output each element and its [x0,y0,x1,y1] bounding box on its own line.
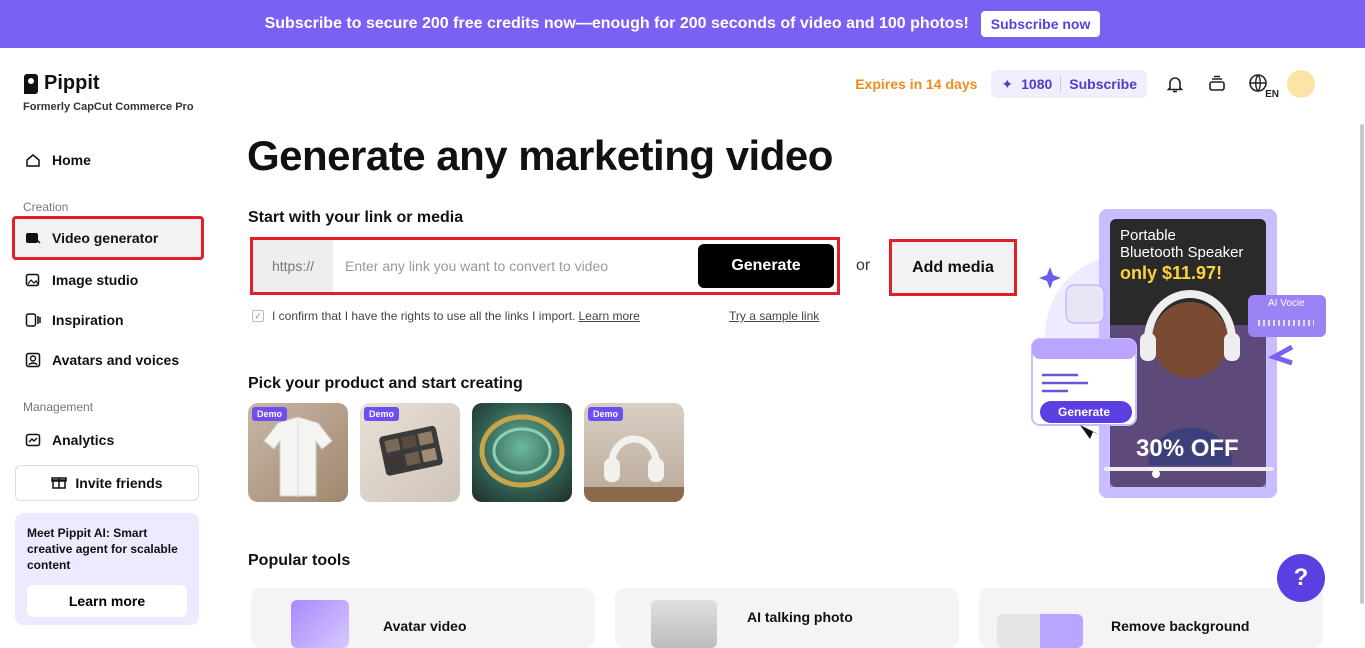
confirm-text: I confirm that I have the rights to use … [272,309,576,323]
talking-photo-thumbnail [651,600,717,648]
demo-badge: Demo [364,407,400,421]
image-studio-icon [24,271,42,289]
user-avatar[interactable] [1287,70,1315,98]
tool-card-ai-talking-photo[interactable]: AI talking photo [615,588,959,648]
invite-label: Invite friends [75,475,163,491]
generate-button[interactable]: Generate [698,244,834,288]
sidebar-item-label: Avatars and voices [52,352,180,368]
hero-discount: 30% OFF [1136,435,1239,462]
jewelry-image [479,414,565,488]
product-card-eyeshadow[interactable]: Demo [360,403,460,502]
hero-ai-voice: AI Vocie [1268,298,1305,309]
demo-badge: Demo [252,407,288,421]
tool-label: Remove background [1111,618,1250,634]
avatar-video-thumbnail [291,600,349,648]
header-actions: Expires in 14 days ✦ 1080 Subscribe EN [855,70,1315,100]
promo-text: Meet Pippit AI: Smart creative agent for… [27,526,178,572]
scrollbar-thumb[interactable] [1360,124,1364,604]
section-creation: Creation [23,200,69,214]
rights-confirmation: ✓ I confirm that I have the rights to us… [252,309,640,323]
sidebar-item-avatars-voices[interactable]: Avatars and voices [14,340,202,380]
help-button[interactable]: ? [1277,554,1325,602]
promo-banner: Subscribe to secure 200 free credits now… [0,0,1365,48]
subscribe-now-button[interactable]: Subscribe now [980,11,1101,37]
sidebar-item-label: Video generator [52,230,159,246]
section-management: Management [23,400,94,414]
tool-card-remove-background[interactable]: Remove background [979,588,1323,648]
tool-label: Avatar video [383,618,467,634]
globe-language-icon[interactable]: EN [1245,70,1279,100]
popular-tools-heading: Popular tools [248,552,351,569]
sidebar-item-home[interactable]: Home [14,140,202,180]
pippit-logo-icon [24,73,38,94]
credits-pill[interactable]: ✦ 1080 Subscribe [991,70,1147,98]
question-icon: ? [1293,564,1309,591]
hero-line1: Portable [1120,227,1176,244]
learn-more-link[interactable]: Learn more [578,309,639,323]
page-title: Generate any marketing video [247,132,833,179]
sparkle-icon: ✦ [1001,75,1014,92]
hero-line2: Bluetooth Speaker [1120,244,1244,261]
sidebar-item-inspiration[interactable]: Inspiration [14,300,202,340]
subscribe-link[interactable]: Subscribe [1069,76,1137,92]
invite-friends-button[interactable]: Invite friends [15,465,199,501]
sidebar-item-label: Image studio [52,272,139,288]
confirm-checkbox[interactable]: ✓ [252,310,264,322]
analytics-icon [24,431,42,449]
tool-label: AI talking photo [747,609,853,625]
brand-logo[interactable]: Pippit [24,72,100,95]
gift-icon [51,474,68,493]
pick-product-heading: Pick your product and start creating [248,375,523,392]
hero-price: only $11.97! [1120,263,1223,283]
home-icon [24,151,42,169]
learn-more-button[interactable]: Learn more [27,585,187,617]
sidebar-item-image-studio[interactable]: Image studio [14,260,202,300]
sidebar-item-label: Home [52,152,91,168]
remove-bg-thumbnail [997,614,1083,648]
link-input-group: https:// Generate [250,237,840,295]
video-generator-icon [24,229,42,247]
hero-illustration: Portable Bluetooth Speaker only $11.97! … [1030,205,1330,505]
product-card-headphones[interactable]: Demo [584,403,684,502]
avatar-icon [24,351,42,369]
or-label: or [856,257,871,274]
language-code: EN [1265,89,1279,100]
add-media-button[interactable]: Add media [889,239,1017,296]
link-prefix: https:// [253,240,333,292]
credits-count: 1080 [1021,76,1053,92]
product-card-jewelry[interactable] [472,403,572,502]
bell-icon[interactable] [1161,70,1189,98]
inspiration-icon [24,311,42,329]
sample-link[interactable]: Try a sample link [729,309,819,323]
demo-badge: Demo [588,407,624,421]
sidebar-item-label: Inspiration [52,312,124,328]
pippit-ai-promo-card: Meet Pippit AI: Smart creative agent for… [15,513,199,625]
start-heading: Start with your link or media [248,209,464,226]
tool-card-avatar-video[interactable]: Avatar video [251,588,595,648]
hero-generate: Generate [1058,405,1111,419]
brand-name: Pippit [44,72,100,94]
layers-icon[interactable] [1203,70,1231,98]
page-scrollbar[interactable] [1359,120,1365,633]
sidebar-item-video-generator[interactable]: Video generator [12,216,204,260]
product-card-shirt[interactable]: Demo [248,403,348,502]
brand-subtitle: Formerly CapCut Commerce Pro [23,101,194,113]
sidebar-item-analytics[interactable]: Analytics [14,420,202,460]
expires-label: Expires in 14 days [855,76,978,92]
divider [1060,76,1062,92]
sidebar-item-label: Analytics [52,432,115,448]
banner-text: Subscribe to secure 200 free credits now… [264,15,969,32]
